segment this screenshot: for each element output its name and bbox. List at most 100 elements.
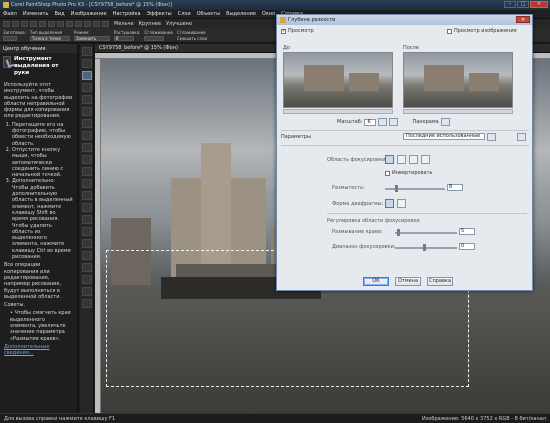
pan-tool-icon[interactable] bbox=[81, 47, 92, 56]
pan-button[interactable] bbox=[440, 118, 450, 126]
makeover-tool-icon[interactable] bbox=[81, 143, 92, 152]
feather-edges-input[interactable]: 5 bbox=[459, 228, 475, 235]
zoom-fit-button[interactable] bbox=[378, 118, 388, 126]
dodge-tool-icon[interactable] bbox=[81, 179, 92, 188]
print-icon[interactable] bbox=[30, 20, 37, 27]
save-icon[interactable] bbox=[21, 20, 28, 27]
before-scrollbar[interactable] bbox=[283, 109, 393, 114]
preview-checkbox[interactable] bbox=[281, 28, 286, 34]
mode-dropdown[interactable]: Заменить bbox=[73, 35, 110, 41]
rotate-icon[interactable] bbox=[66, 20, 73, 27]
perspective-tool-icon[interactable] bbox=[81, 119, 92, 128]
pen-tool-icon[interactable] bbox=[81, 275, 92, 284]
reset-button[interactable] bbox=[517, 133, 526, 141]
focus-clear-button[interactable] bbox=[421, 155, 430, 164]
dialog-close-button[interactable]: ✕ bbox=[516, 16, 530, 23]
blur-input[interactable]: 8 bbox=[447, 184, 463, 191]
zoom-input[interactable]: 6 bbox=[364, 118, 377, 126]
smudge-tool-icon[interactable] bbox=[81, 203, 92, 212]
selection-type-dropdown[interactable]: Точка к точке bbox=[29, 35, 70, 41]
after-label: После bbox=[403, 45, 419, 51]
feather-edges-slider[interactable] bbox=[395, 229, 457, 236]
feather-label: Растушевка: bbox=[113, 29, 141, 35]
antialias-group: Сглаживание Смешать слои bbox=[177, 30, 207, 41]
after-preview[interactable] bbox=[403, 52, 513, 108]
menu-window[interactable]: Окно bbox=[262, 11, 275, 17]
menu-selections[interactable]: Выделение bbox=[226, 11, 256, 17]
pan-label: Панорама bbox=[412, 119, 439, 125]
clone-tool-icon[interactable] bbox=[81, 155, 92, 164]
preview-check-row[interactable]: Просмотр bbox=[281, 28, 314, 34]
focus-circle-button[interactable] bbox=[385, 155, 394, 164]
crop-icon[interactable] bbox=[57, 20, 64, 27]
more-info-link[interactable]: Дополнительные сведения... bbox=[4, 344, 49, 356]
crop-tool-icon[interactable] bbox=[81, 95, 92, 104]
freehand-selection-tool-icon[interactable] bbox=[81, 71, 92, 80]
undo-icon[interactable] bbox=[39, 20, 46, 27]
aperture-hexagon-button[interactable] bbox=[397, 199, 406, 208]
paintbrush-tool-icon[interactable] bbox=[81, 215, 92, 224]
preview-image-checkbox[interactable] bbox=[447, 28, 452, 34]
save-preset-button[interactable] bbox=[487, 133, 496, 141]
menu-layers[interactable]: Слои bbox=[178, 11, 191, 17]
close-button[interactable]: ✕ bbox=[530, 1, 548, 8]
zoom-in-button[interactable]: Крупнее bbox=[139, 21, 161, 27]
pick-tool-icon[interactable] bbox=[81, 59, 92, 68]
menu-adjust[interactable]: Настройка bbox=[113, 11, 141, 17]
straighten-tool-icon[interactable] bbox=[81, 107, 92, 116]
warp-tool-icon[interactable] bbox=[81, 287, 92, 296]
redo-icon[interactable] bbox=[48, 20, 55, 27]
minimize-button[interactable]: – bbox=[504, 1, 516, 8]
aperture-round-button[interactable] bbox=[385, 199, 394, 208]
new-icon[interactable] bbox=[3, 20, 10, 27]
cancel-button[interactable]: Отмена bbox=[395, 277, 421, 286]
text-tool-icon[interactable] bbox=[81, 251, 92, 260]
invert-checkbox[interactable] bbox=[385, 170, 390, 176]
maximize-button[interactable]: □ bbox=[517, 1, 529, 8]
lighten-darken-tool-icon[interactable] bbox=[81, 191, 92, 200]
red-eye-tool-icon[interactable] bbox=[81, 131, 92, 140]
focus-range-slider-thumb[interactable] bbox=[423, 244, 426, 251]
invert-row[interactable]: Инвертировать bbox=[385, 170, 432, 176]
menu-edit[interactable]: Изменить bbox=[23, 11, 49, 17]
menu-objects[interactable]: Объекты bbox=[197, 11, 221, 17]
focus-range-input[interactable]: 0 bbox=[459, 243, 475, 250]
zoom-out-button[interactable]: Мельче bbox=[114, 21, 134, 27]
smoothing-input[interactable] bbox=[144, 35, 165, 41]
palette-icon[interactable] bbox=[102, 20, 109, 27]
menu-file[interactable]: Файл bbox=[3, 11, 17, 17]
dropper-tool-icon[interactable] bbox=[81, 83, 92, 92]
zoom-actual-button[interactable] bbox=[389, 118, 399, 126]
browse-icon[interactable] bbox=[84, 20, 91, 27]
flood-fill-tool-icon[interactable] bbox=[81, 239, 92, 248]
feather-edges-slider-thumb[interactable] bbox=[397, 229, 400, 236]
menu-effects[interactable]: Эффекты bbox=[147, 11, 172, 17]
focus-freehand-button[interactable] bbox=[397, 155, 406, 164]
adjust-icon[interactable] bbox=[93, 20, 100, 27]
art-media-tool-icon[interactable] bbox=[81, 299, 92, 308]
preset-dropdown[interactable] bbox=[3, 35, 17, 41]
focus-range-slider[interactable] bbox=[395, 244, 457, 251]
preset-shape-tool-icon[interactable] bbox=[81, 263, 92, 272]
blur-slider-thumb[interactable] bbox=[395, 185, 398, 192]
before-preview[interactable] bbox=[283, 52, 393, 108]
presets-dropdown[interactable]: Последние использованные bbox=[403, 133, 485, 140]
eraser-tool-icon[interactable] bbox=[81, 227, 92, 236]
zoom-icon[interactable] bbox=[75, 20, 82, 27]
preview-building bbox=[424, 65, 464, 91]
menu-view[interactable]: Вид bbox=[54, 11, 64, 17]
ok-button[interactable]: ОК bbox=[363, 277, 389, 286]
blur-slider[interactable] bbox=[385, 185, 445, 192]
open-icon[interactable] bbox=[12, 20, 19, 27]
scratch-remover-tool-icon[interactable] bbox=[81, 167, 92, 176]
feather-input[interactable]: 0 bbox=[113, 35, 134, 41]
after-scrollbar[interactable] bbox=[403, 109, 513, 114]
mode-label: Режим: bbox=[73, 29, 90, 35]
preview-image-check-row[interactable]: Просмотр изображения bbox=[447, 28, 517, 34]
sample-merged-label[interactable]: Смешать слои bbox=[177, 36, 207, 41]
enhance-button[interactable]: Улучшено bbox=[166, 21, 192, 27]
help-button[interactable]: Справка bbox=[427, 277, 453, 286]
menu-image[interactable]: Изображение bbox=[71, 11, 107, 17]
mode-group: Режим: Заменить bbox=[73, 29, 110, 41]
focus-rectangle-button[interactable] bbox=[409, 155, 418, 164]
